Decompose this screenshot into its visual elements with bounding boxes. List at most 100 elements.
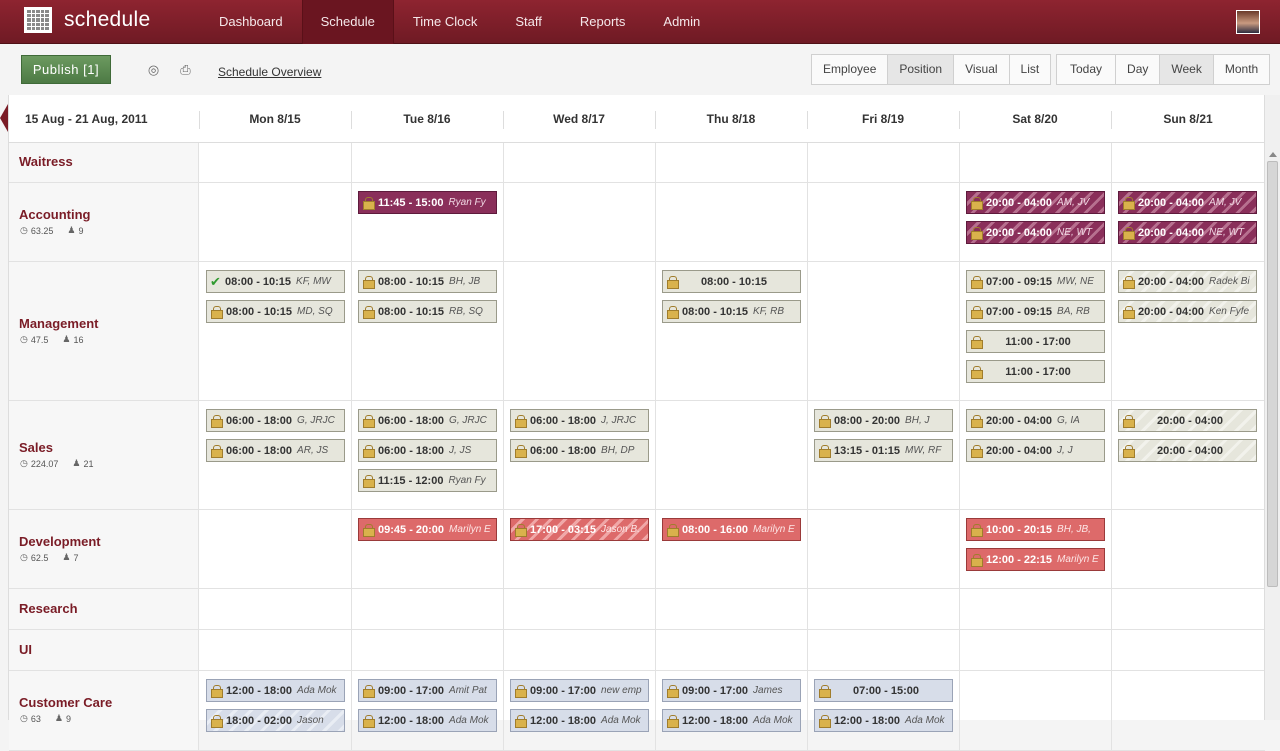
shift-block[interactable]: 20:00 - 04:00 J, J bbox=[966, 439, 1105, 462]
globe-icon[interactable]: ◎ bbox=[146, 63, 161, 77]
shift-block[interactable]: 08:00 - 20:00 BH, J bbox=[814, 409, 953, 432]
shift-employees: G, JRJC bbox=[297, 415, 335, 426]
shift-employees: Jason bbox=[297, 715, 324, 726]
shift-employees: G, JRJC bbox=[449, 415, 487, 426]
shift-employees: NE, WT bbox=[1209, 227, 1245, 238]
calendar-icon bbox=[24, 7, 52, 33]
shift-block[interactable]: 06:00 - 18:00 G, JRJC bbox=[358, 409, 497, 432]
shift-employees: Marilyn E bbox=[1057, 554, 1099, 565]
shift-block[interactable]: 20:00 - 04:00 AM, JV bbox=[1118, 191, 1257, 214]
view-list-button[interactable]: List bbox=[1010, 55, 1051, 84]
shift-block[interactable]: 20:00 - 04:00 bbox=[1118, 439, 1257, 462]
print-icon[interactable]: ⎙ bbox=[178, 63, 193, 77]
app-logo[interactable]: schedule bbox=[24, 7, 150, 33]
nav-staff[interactable]: Staff bbox=[496, 0, 561, 44]
shift-block[interactable]: 09:00 - 17:00 James bbox=[662, 679, 801, 702]
shift-block[interactable]: 08:00 - 10:15 RB, SQ bbox=[358, 300, 497, 323]
shift-block[interactable]: 08:00 - 10:15 BH, JB bbox=[358, 270, 497, 293]
shift-block[interactable]: ✔ 08:00 - 10:15 KF, MW bbox=[206, 270, 345, 293]
shift-block[interactable]: 20:00 - 04:00 Ken Fyfe bbox=[1118, 300, 1257, 323]
range-month-button[interactable]: Month bbox=[1214, 55, 1269, 84]
shift-block[interactable]: 11:15 - 12:00 Ryan Fy bbox=[358, 469, 497, 492]
clock-icon: ◷ bbox=[20, 334, 28, 344]
user-avatar[interactable] bbox=[1236, 10, 1260, 34]
position-name[interactable]: Development bbox=[19, 534, 101, 549]
shift-block[interactable]: 20:00 - 04:00 NE, WT bbox=[966, 221, 1105, 244]
shift-block[interactable]: 11:00 - 17:00 bbox=[966, 360, 1105, 383]
view-visual-button[interactable]: Visual bbox=[954, 55, 1010, 84]
position-name[interactable]: Research bbox=[19, 601, 78, 616]
shift-block[interactable]: 11:45 - 15:00 Ryan Fy bbox=[358, 191, 497, 214]
shift-block[interactable]: 12:00 - 22:15 Marilyn E bbox=[966, 548, 1105, 571]
shift-block[interactable]: 06:00 - 18:00 AR, JS bbox=[206, 439, 345, 462]
day-header-fri[interactable]: Fri 8/19 bbox=[807, 95, 959, 143]
shift-block[interactable]: 09:45 - 20:00 Marilyn E bbox=[358, 518, 497, 541]
shift-block[interactable]: 10:00 - 20:15 BH, JB, bbox=[966, 518, 1105, 541]
shift-block[interactable]: 06:00 - 18:00 J, JS bbox=[358, 439, 497, 462]
shift-block[interactable]: 12:00 - 18:00 Ada Mok bbox=[358, 709, 497, 732]
shift-block[interactable]: 08:00 - 10:15 bbox=[662, 270, 801, 293]
position-name[interactable]: Sales bbox=[19, 440, 53, 455]
shift-block[interactable]: 07:00 - 09:15 BA, RB bbox=[966, 300, 1105, 323]
shift-employees: Ken Fyfe bbox=[1209, 306, 1250, 317]
scroll-up-arrow[interactable] bbox=[1269, 152, 1277, 157]
day-header-tue[interactable]: Tue 8/16 bbox=[351, 95, 503, 143]
scrollbar-thumb[interactable] bbox=[1267, 161, 1278, 587]
lock-icon bbox=[363, 306, 375, 319]
position-staff-count: 16 bbox=[73, 334, 84, 345]
shift-block[interactable]: 17:00 - 03:15 Jason B. bbox=[510, 518, 649, 541]
shift-block[interactable]: 06:00 - 18:00 J, JRJC bbox=[510, 409, 649, 432]
day-header-wed[interactable]: Wed 8/17 bbox=[503, 95, 655, 143]
shift-block[interactable]: 13:15 - 01:15 MW, RF bbox=[814, 439, 953, 462]
nav-reports[interactable]: Reports bbox=[561, 0, 645, 44]
nav-dashboard[interactable]: Dashboard bbox=[200, 0, 302, 44]
grid-scrollbar[interactable] bbox=[1264, 95, 1280, 720]
nav-schedule[interactable]: Schedule bbox=[301, 0, 394, 44]
shift-block[interactable]: 20:00 - 04:00 AM, JV bbox=[966, 191, 1105, 214]
shift-block[interactable]: 06:00 - 18:00 BH, DP bbox=[510, 439, 649, 462]
shift-block[interactable]: 20:00 - 04:00 NE, WT bbox=[1118, 221, 1257, 244]
shift-block[interactable]: 20:00 - 04:00 Radek Bi bbox=[1118, 270, 1257, 293]
schedule-overview-link[interactable]: Schedule Overview bbox=[218, 65, 321, 79]
shift-block[interactable]: 06:00 - 18:00 G, JRJC bbox=[206, 409, 345, 432]
day-header-sun[interactable]: Sun 8/21 bbox=[1111, 95, 1265, 143]
position-name[interactable]: Accounting bbox=[19, 207, 91, 222]
shift-block[interactable]: 08:00 - 16:00 Marilyn E bbox=[662, 518, 801, 541]
shift-block[interactable]: 07:00 - 15:00 bbox=[814, 679, 953, 702]
position-name[interactable]: UI bbox=[19, 642, 32, 657]
shift-block[interactable]: 07:00 - 09:15 MW, NE bbox=[966, 270, 1105, 293]
nav-time-clock[interactable]: Time Clock bbox=[394, 0, 497, 44]
shift-block[interactable]: 09:00 - 17:00 Amit Pat bbox=[358, 679, 497, 702]
shift-block[interactable]: 20:00 - 04:00 bbox=[1118, 409, 1257, 432]
lock-icon bbox=[211, 715, 223, 728]
shift-employees: MW, RF bbox=[905, 445, 942, 456]
view-employee-button[interactable]: Employee bbox=[812, 55, 889, 84]
shift-block[interactable]: 12:00 - 18:00 Ada Mok bbox=[206, 679, 345, 702]
day-header-mon[interactable]: Mon 8/15 bbox=[199, 95, 351, 143]
range-today-button[interactable]: Today bbox=[1057, 55, 1117, 84]
shift-block[interactable]: 08:00 - 10:15 KF, RB bbox=[662, 300, 801, 323]
position-name[interactable]: Waitress bbox=[19, 154, 73, 169]
nav-admin[interactable]: Admin bbox=[644, 0, 719, 44]
publish-button[interactable]: Publish [1] bbox=[21, 55, 111, 84]
position-name[interactable]: Management bbox=[19, 316, 98, 331]
day-header-thu[interactable]: Thu 8/18 bbox=[655, 95, 807, 143]
shift-block[interactable]: 09:00 - 17:00 new emp bbox=[510, 679, 649, 702]
range-week-button[interactable]: Week bbox=[1160, 55, 1214, 84]
shift-block[interactable]: 18:00 - 02:00 Jason bbox=[206, 709, 345, 732]
person-icon: ♟ bbox=[67, 225, 76, 235]
shift-block[interactable]: 20:00 - 04:00 G, IA bbox=[966, 409, 1105, 432]
previous-week-arrow[interactable] bbox=[0, 104, 8, 132]
position-name[interactable]: Customer Care bbox=[19, 695, 112, 710]
shift-block[interactable]: 12:00 - 18:00 Ada Mok bbox=[662, 709, 801, 732]
lock-icon bbox=[1123, 227, 1135, 240]
shift-block[interactable]: 12:00 - 18:00 Ada Mok bbox=[814, 709, 953, 732]
day-header-sat[interactable]: Sat 8/20 bbox=[959, 95, 1111, 143]
range-day-button[interactable]: Day bbox=[1116, 55, 1161, 84]
shift-time: 12:00 - 18:00 bbox=[682, 714, 749, 727]
view-position-button[interactable]: Position bbox=[888, 55, 955, 84]
shift-block[interactable]: 12:00 - 18:00 Ada Mok bbox=[510, 709, 649, 732]
shift-block[interactable]: 08:00 - 10:15 MD, SQ bbox=[206, 300, 345, 323]
shift-block[interactable]: 11:00 - 17:00 bbox=[966, 330, 1105, 353]
shift-employees: BH, JB, bbox=[1057, 524, 1091, 535]
